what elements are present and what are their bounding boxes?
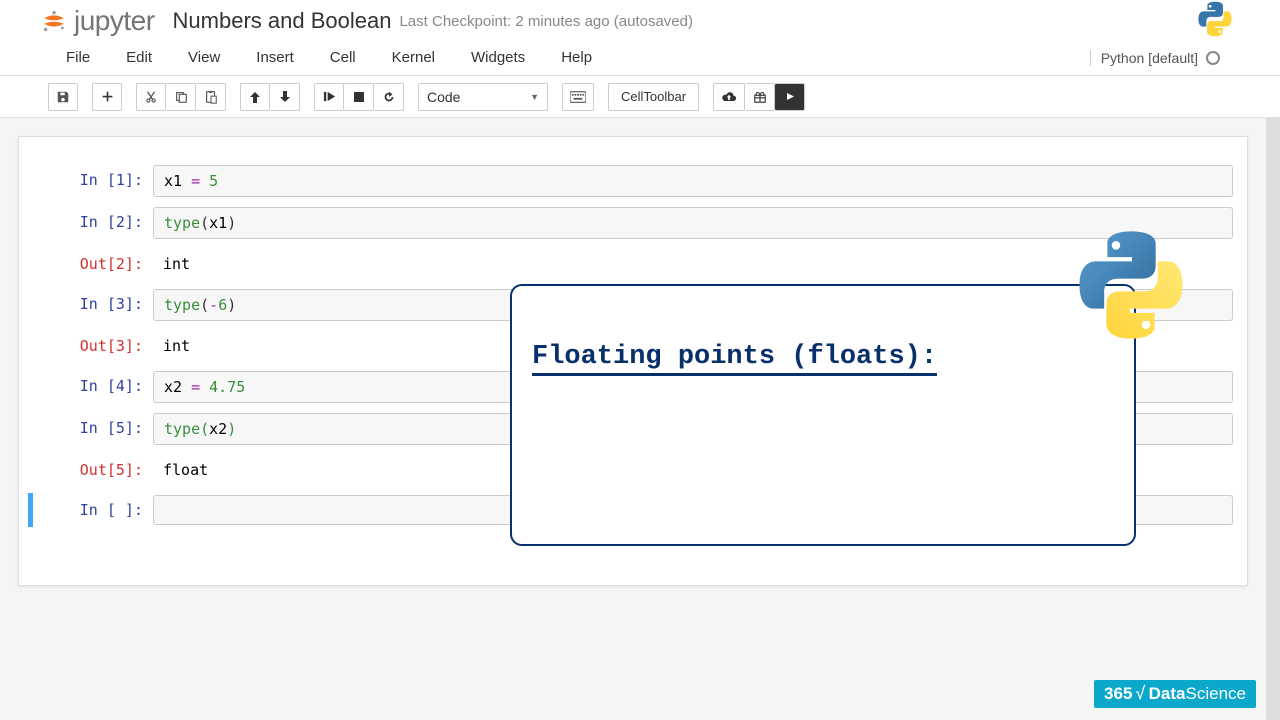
in-prompt: In [3]: [33, 289, 153, 321]
in-prompt: In [5]: [33, 413, 153, 445]
menu-kernel[interactable]: Kernel [374, 43, 453, 72]
code-cell[interactable]: In [2]:type(x1) [33, 205, 1233, 241]
watermark-365: 365 [1104, 684, 1132, 704]
watermark-badge: 365 √ DataScience [1094, 680, 1256, 708]
annotation-card: Floating points (floats): [510, 284, 1136, 546]
menu-view[interactable]: View [170, 43, 238, 72]
notebook-header: jupyter Numbers and Boolean Last Checkpo… [0, 0, 1280, 40]
python-logo-icon [1196, 0, 1234, 43]
out-prompt: Out[2]: [33, 249, 153, 279]
menu-file[interactable]: File [48, 43, 108, 72]
restart-button[interactable] [374, 83, 404, 111]
menu-cell[interactable]: Cell [312, 43, 374, 72]
move-up-button[interactable] [240, 83, 270, 111]
menu-edit[interactable]: Edit [108, 43, 170, 72]
jupyter-logo-icon [40, 7, 68, 35]
celltype-select[interactable]: Code [418, 83, 548, 111]
kernel-name[interactable]: Python [default] [1090, 50, 1198, 66]
copy-button[interactable] [166, 83, 196, 111]
code-input[interactable]: x1 = 5 [153, 165, 1233, 197]
celltoolbar-button[interactable]: CellToolbar [608, 83, 699, 111]
watermark-check-icon: √ [1135, 684, 1145, 704]
gift-button[interactable] [745, 83, 775, 111]
presentation-button[interactable] [775, 83, 805, 111]
paste-button[interactable] [196, 83, 226, 111]
celltype-value: Code [427, 89, 460, 105]
toolbar: Code CellToolbar [0, 76, 1280, 118]
output-row: Out[2]:int [33, 247, 1233, 281]
kernel-indicator-icon[interactable] [1206, 51, 1220, 65]
jupyter-logo[interactable]: jupyter [40, 5, 155, 37]
menubar: File Edit View Insert Cell Kernel Widget… [0, 40, 1280, 76]
watermark-brand: DataScience [1149, 684, 1246, 704]
code-input[interactable]: type(x1) [153, 207, 1233, 239]
save-button[interactable] [48, 83, 78, 111]
out-prompt: Out[5]: [33, 455, 153, 485]
python-logo-large-icon [1072, 226, 1190, 349]
cloud-upload-button[interactable] [713, 83, 745, 111]
in-prompt: In [1]: [33, 165, 153, 197]
menu-insert[interactable]: Insert [238, 43, 312, 72]
output-text: int [153, 249, 1233, 279]
notebook-title[interactable]: Numbers and Boolean [173, 8, 392, 34]
jupyter-logo-text: jupyter [74, 5, 155, 37]
menu-widgets[interactable]: Widgets [453, 43, 543, 72]
command-palette-button[interactable] [562, 83, 594, 111]
move-down-button[interactable] [270, 83, 300, 111]
in-prompt: In [ ]: [33, 495, 153, 525]
out-prompt: Out[3]: [33, 331, 153, 361]
in-prompt: In [2]: [33, 207, 153, 239]
checkpoint-text: Last Checkpoint: 2 minutes ago (autosave… [399, 13, 693, 30]
annotation-title: Floating points (floats): [532, 342, 937, 376]
in-prompt: In [4]: [33, 371, 153, 403]
cut-button[interactable] [136, 83, 166, 111]
interrupt-button[interactable] [344, 83, 374, 111]
menu-help[interactable]: Help [543, 43, 610, 72]
run-button[interactable] [314, 83, 344, 111]
add-cell-button[interactable] [92, 83, 122, 111]
code-cell[interactable]: In [1]:x1 = 5 [33, 163, 1233, 199]
